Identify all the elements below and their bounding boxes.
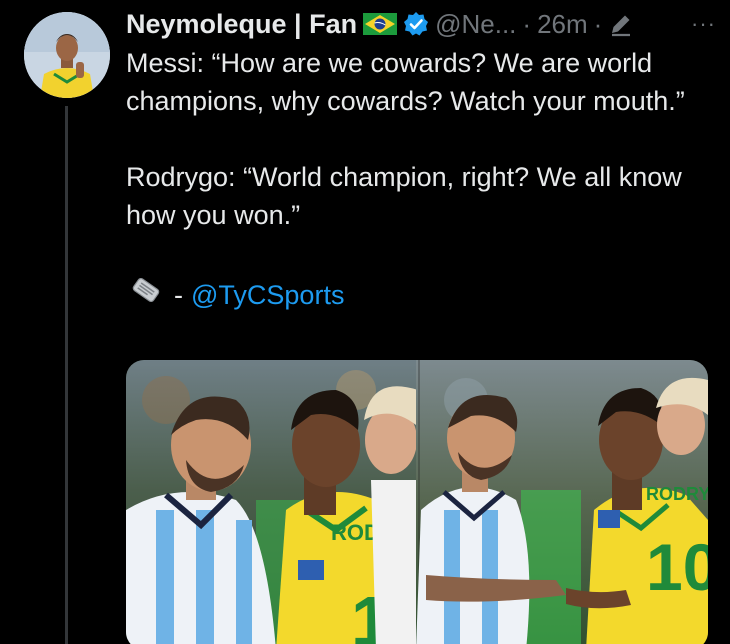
verified-badge-icon[interactable] xyxy=(403,11,429,37)
display-name[interactable]: Neymoleque | Fan xyxy=(126,9,357,40)
tweet-text: Messi: “How are we cowards? We are world… xyxy=(126,44,706,318)
source-line: - @TyCSports xyxy=(126,272,706,318)
tweet-paragraph-messi: Messi: “How are we cowards? We are world… xyxy=(126,48,685,116)
user-handle[interactable]: @Ne... xyxy=(435,9,516,40)
tweet-header: Neymoleque | Fan @Ne... · 26m · ··· xyxy=(126,6,716,42)
thread-line xyxy=(65,106,68,644)
newspaper-icon xyxy=(126,272,166,318)
separator-dot: · xyxy=(593,8,603,39)
edit-pencil-icon[interactable] xyxy=(608,11,634,37)
timestamp[interactable]: 26m xyxy=(537,9,588,40)
svg-text:10: 10 xyxy=(646,530,708,604)
tweet-media-image[interactable]: RODRYGO 10 xyxy=(126,360,708,644)
photo-right-panel: RODRYGO 10 xyxy=(416,360,708,644)
avatar[interactable] xyxy=(24,12,110,98)
brazil-flag-icon xyxy=(363,13,398,35)
source-prefix: - xyxy=(174,280,183,310)
source-mention-link[interactable]: @TyCSports xyxy=(191,276,344,314)
more-icon[interactable]: ··· xyxy=(691,11,716,37)
photo-left-panel: RODRYGO 10 xyxy=(126,360,444,644)
tweet-paragraph-rodrygo: Rodrygo: “World champion, right? We all … xyxy=(126,162,682,230)
svg-text:RODRYGO: RODRYGO xyxy=(646,484,708,504)
separator-dot: · xyxy=(522,8,532,39)
